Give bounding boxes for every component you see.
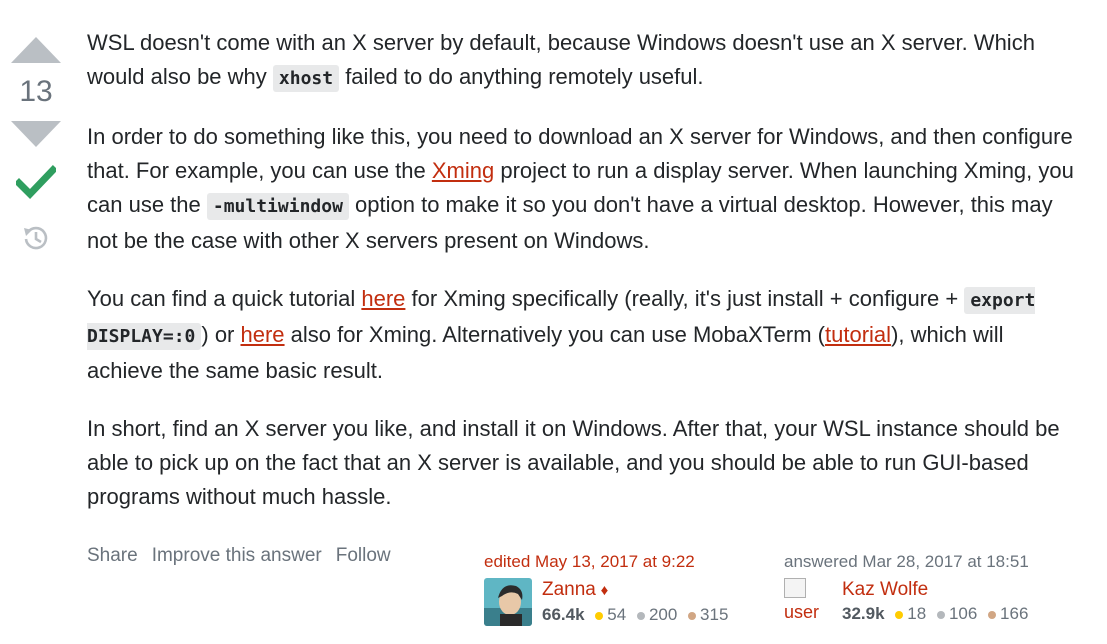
vote-count: 13 bbox=[19, 75, 53, 108]
timeline-button[interactable] bbox=[8, 216, 64, 260]
editor-name-link[interactable]: Zanna bbox=[542, 579, 596, 600]
tutorial-here-link-1[interactable]: here bbox=[361, 286, 405, 311]
edited-time-link[interactable]: edited May 13, 2017 at 9:22 bbox=[484, 552, 734, 572]
bronze-badge-icon bbox=[988, 610, 997, 619]
upvote-button[interactable] bbox=[8, 30, 64, 70]
author-name-link[interactable]: Kaz Wolfe bbox=[842, 579, 928, 600]
author-user-card: user Kaz Wolfe 32.9k 18 106 166 bbox=[784, 578, 1034, 626]
history-icon bbox=[24, 226, 48, 250]
editor-gold-badges: 54 bbox=[595, 605, 626, 624]
paragraph-1: WSL doesn't come with an X server by def… bbox=[87, 26, 1082, 96]
editor-flair: 66.4k 54 200 315 bbox=[542, 603, 734, 627]
author-reputation: 32.9k bbox=[842, 604, 885, 623]
moderator-diamond-icon: ♦ bbox=[600, 582, 609, 599]
tutorial-here-link-2[interactable]: here bbox=[241, 322, 285, 347]
paragraph-4: In short, find an X server you like, and… bbox=[87, 416, 1060, 509]
author-gold-badges: 18 bbox=[895, 604, 926, 623]
editor-silver-badges: 200 bbox=[636, 605, 677, 624]
downvote-button[interactable] bbox=[8, 114, 64, 154]
answered-time-link[interactable]: answered Mar 28, 2017 at 18:51 bbox=[784, 552, 1034, 572]
editor-details: Zanna ♦ 66.4k 54 200 315 bbox=[542, 578, 734, 627]
vote-column: 13 bbox=[0, 30, 72, 260]
mobaxterm-tutorial-link[interactable]: tutorial bbox=[825, 322, 891, 347]
author-details: Kaz Wolfe 32.9k 18 106 166 bbox=[842, 578, 1034, 626]
checkmark-icon bbox=[16, 165, 56, 199]
author-flair: 32.9k 18 106 166 bbox=[842, 602, 1034, 626]
gold-badge-icon bbox=[595, 611, 604, 620]
upvote-arrow-icon bbox=[11, 37, 61, 63]
improve-answer-link[interactable]: Improve this answer bbox=[152, 545, 322, 567]
editor-avatar[interactable] bbox=[484, 578, 532, 626]
silver-badge-icon bbox=[636, 611, 645, 620]
author-bronze-badges: 166 bbox=[988, 604, 1028, 623]
broken-image-icon bbox=[784, 578, 806, 598]
inline-code-xhost: xhost bbox=[272, 65, 340, 92]
downvote-arrow-icon bbox=[11, 121, 61, 147]
author-signature: answered Mar 28, 2017 at 18:51 user Kaz … bbox=[784, 552, 1034, 626]
answer-body: WSL doesn't come with an X server by def… bbox=[87, 26, 1082, 538]
editor-user-card: Zanna ♦ 66.4k 54 200 315 bbox=[484, 578, 734, 627]
gold-badge-icon bbox=[895, 610, 904, 619]
editor-bronze-badges: 315 bbox=[688, 605, 728, 624]
inline-code-multiwindow: -multiwindow bbox=[206, 193, 349, 220]
paragraph-3: You can find a quick tutorial here for X… bbox=[87, 286, 1036, 383]
bronze-badge-icon bbox=[688, 611, 697, 620]
share-link[interactable]: Share bbox=[87, 545, 138, 567]
answer-page: 13 WSL doesn't come with an X server by … bbox=[0, 0, 1107, 644]
follow-link[interactable]: Follow bbox=[336, 545, 391, 567]
xming-link[interactable]: Xming bbox=[432, 158, 494, 183]
editor-avatar-image bbox=[484, 578, 532, 626]
author-silver-badges: 106 bbox=[936, 604, 977, 623]
paragraph-2: In order to do something like this, you … bbox=[87, 124, 1074, 253]
silver-badge-icon bbox=[936, 610, 945, 619]
accepted-answer-check bbox=[8, 158, 64, 206]
author-avatar-alt: user bbox=[784, 602, 820, 622]
post-menu: Share Improve this answer Follow bbox=[87, 545, 391, 567]
author-avatar[interactable]: user bbox=[784, 578, 832, 626]
editor-signature: edited May 13, 2017 at 9:22 Zanna ♦ 66.4… bbox=[484, 552, 734, 627]
editor-reputation: 66.4k bbox=[542, 605, 585, 624]
